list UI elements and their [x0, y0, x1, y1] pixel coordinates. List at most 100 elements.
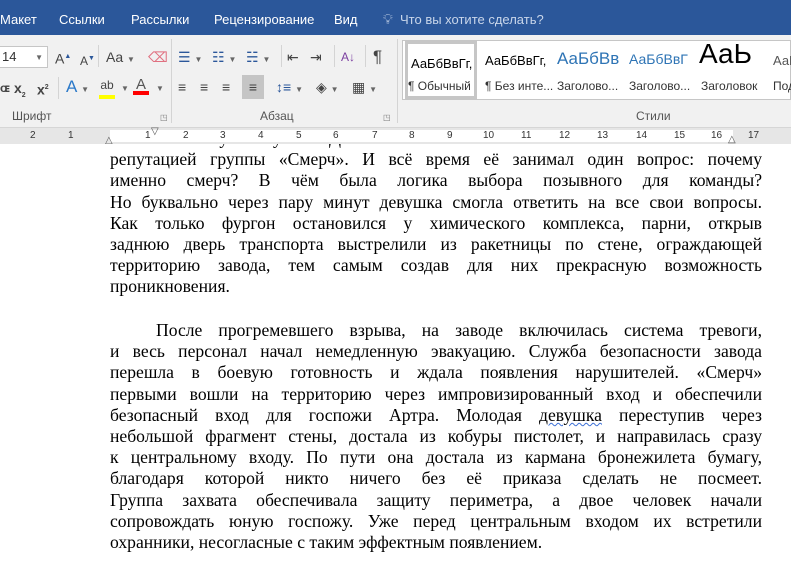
chevron-down-icon[interactable]: ▼ [156, 84, 164, 93]
text-line: сопровождать юную госпожу. Уже перед цен… [110, 510, 762, 531]
borders-button[interactable]: ▦ ▼ [352, 77, 377, 100]
ruler-tick: 15 [674, 130, 686, 141]
grow-font-button[interactable]: A▲ [55, 47, 71, 69]
ruler-tick: 4 [258, 130, 264, 141]
text-line: Группа захвата обеспечивала защиту перим… [110, 489, 762, 510]
sort-button[interactable]: А↓ [341, 47, 355, 67]
ribbon-tab-bar: Макет Ссылки Рассылки Рецензирование Вид… [0, 0, 791, 35]
text-line: После прогремевшего взрыва, на заводе вк… [156, 320, 762, 340]
style-subtitle[interactable]: АаБ Под [769, 41, 791, 99]
styles-gallery: АаБбВвГг, ¶ Обычный АаБбВвГг, ¶ Без инте..… [402, 40, 791, 100]
style-preview: АаБбВв [557, 49, 620, 68]
strikethrough-button[interactable]: ɶ [0, 78, 10, 98]
style-preview: АаБбВвГг, [485, 53, 547, 68]
clear-formatting-icon[interactable]: ⌫ [148, 47, 168, 67]
decrease-indent-button[interactable]: ⇤ [287, 47, 299, 67]
text-line: благодаря которой никто ничего без её пр… [110, 468, 762, 489]
text-line: к центральному входу. По пути она достал… [110, 447, 762, 468]
dialog-launcher-icon[interactable]: ◳ [160, 113, 168, 122]
bullets-button[interactable]: ☰ ▼ [178, 47, 202, 70]
show-formatting-marks-button[interactable]: ¶ [373, 47, 382, 67]
align-right-button[interactable]: ≡ [222, 77, 230, 97]
style-name: Под [773, 79, 791, 93]
ruler-tick: 1 [68, 130, 74, 141]
font-size-select[interactable]: 14 ▼ [0, 46, 48, 68]
tell-me-input[interactable]: Что вы хотите сделать? [400, 12, 544, 27]
font-group-label: Шрифт [12, 109, 52, 123]
text-line: именно смерч? В чём была логика выбора п… [110, 170, 762, 191]
ruler-tick: 7 [372, 130, 378, 141]
style-name: Заголово... [629, 79, 691, 93]
ruler-tick: 16 [711, 130, 723, 141]
font-size-value: 14 [2, 49, 17, 64]
ribbon: 14 ▼ A▲ A▼ Aa ▼ ⌫ ɶ x2 x2 A ▼ ab ▼ A ▼ Шр… [0, 35, 791, 128]
highlight-button[interactable]: ab [99, 75, 115, 99]
multilevel-list-button[interactable]: ☵ ▼ [246, 47, 270, 70]
ruler-tick: 13 [597, 130, 609, 141]
style-name: ¶ Обычный [408, 79, 471, 93]
style-name: Заголовок [701, 79, 758, 93]
text-line: и весь персонал начал немедленную эвакуа… [110, 341, 762, 362]
highlight-color-swatch [99, 95, 115, 99]
ruler-tick: 5 [296, 130, 302, 141]
align-left-button[interactable]: ≡ [178, 77, 186, 97]
ruler-tick: 8 [409, 130, 415, 141]
line-spacing-button[interactable]: ↕≡ ▼ [276, 77, 303, 100]
align-center-button[interactable]: ≡ [200, 77, 208, 97]
tab-review[interactable]: Рецензирование [214, 12, 314, 27]
shading-button[interactable]: ◈ ▼ [316, 77, 339, 100]
tab-view[interactable]: Вид [334, 12, 358, 27]
tab-layout[interactable]: Макет [0, 12, 37, 27]
text-line: репутацией группы «Смерч». И всё время е… [110, 149, 762, 170]
style-preview: АаБбВвГ [629, 51, 688, 67]
ruler-tick: 10 [483, 130, 495, 141]
text-effects-button[interactable]: A ▼ [66, 77, 89, 100]
superscript-button[interactable]: x2 [37, 78, 49, 100]
text-line: территорию завода, тем самым создав для … [110, 255, 762, 276]
ruler-tick: 9 [447, 130, 453, 141]
text-line: проникновения. [110, 276, 230, 297]
increase-indent-button[interactable]: ⇥ [310, 47, 322, 67]
ruler-tick: 1 [145, 130, 151, 141]
lightbulb-icon: 💡︎ [383, 11, 393, 27]
shrink-font-button[interactable]: A▼ [80, 49, 95, 71]
style-normal[interactable]: АаБбВвГг, ¶ Обычный [405, 41, 477, 99]
chevron-down-icon[interactable]: ▼ [121, 84, 129, 93]
ruler-tick: 11 [521, 130, 532, 141]
paragraph-group-label: Абзац [260, 109, 294, 123]
text-line: охранники, несогласные с таким эффектным… [110, 532, 543, 552]
style-name: Заголово... [557, 79, 619, 93]
text-line: Но буквально через пару минут девушка см… [110, 191, 762, 212]
styles-group-label: Стили [636, 109, 671, 123]
dialog-launcher-icon[interactable]: ◳ [383, 113, 391, 122]
style-preview: АаЬ [699, 41, 752, 69]
ruler-tick: 2 [30, 130, 36, 141]
text-line: перешла в боевую готовность и ждала появ… [110, 362, 762, 383]
text-line: Как только фургон остановился у химическ… [110, 212, 762, 233]
style-heading-2[interactable]: АаБбВвГ Заголово... [625, 41, 697, 99]
text-line: заднюю дверь транспорта выстрелили из ра… [110, 234, 762, 254]
ruler-tick: 3 [220, 130, 226, 141]
style-name: ¶ Без инте... [485, 79, 553, 93]
justify-button[interactable]: ≡ [242, 75, 264, 99]
text-line: небольшой фрагмент стены, достала из коб… [110, 426, 762, 446]
change-case-button[interactable]: Aa ▼ [106, 47, 135, 70]
subscript-button[interactable]: x2 [14, 78, 26, 106]
style-no-spacing[interactable]: АаБбВвГг, ¶ Без инте... [481, 41, 553, 99]
tab-references[interactable]: Ссылки [59, 12, 105, 27]
style-preview: АаБбВвГг, [411, 56, 473, 71]
ruler-tick: 17 [748, 130, 760, 141]
numbering-button[interactable]: ☷ ▼ [212, 47, 236, 70]
tab-mailings[interactable]: Рассылки [131, 12, 189, 27]
document-page[interactable]: Олівия усмехнулась. До этого момента она… [0, 144, 791, 565]
style-preview: АаБ [773, 53, 791, 68]
ruler-tick: 14 [636, 130, 648, 141]
ruler-tick: 2 [183, 130, 189, 141]
style-title[interactable]: АаЬ Заголовок [697, 41, 769, 99]
first-line-indent-marker[interactable]: ▽ [151, 126, 159, 137]
font-color-button[interactable]: A [133, 75, 149, 95]
font-color-swatch [133, 91, 149, 95]
ruler-tick: 12 [559, 130, 571, 141]
spelling-error[interactable]: девушка [539, 405, 602, 425]
style-heading-1[interactable]: АаБбВв Заголово... [553, 41, 625, 99]
